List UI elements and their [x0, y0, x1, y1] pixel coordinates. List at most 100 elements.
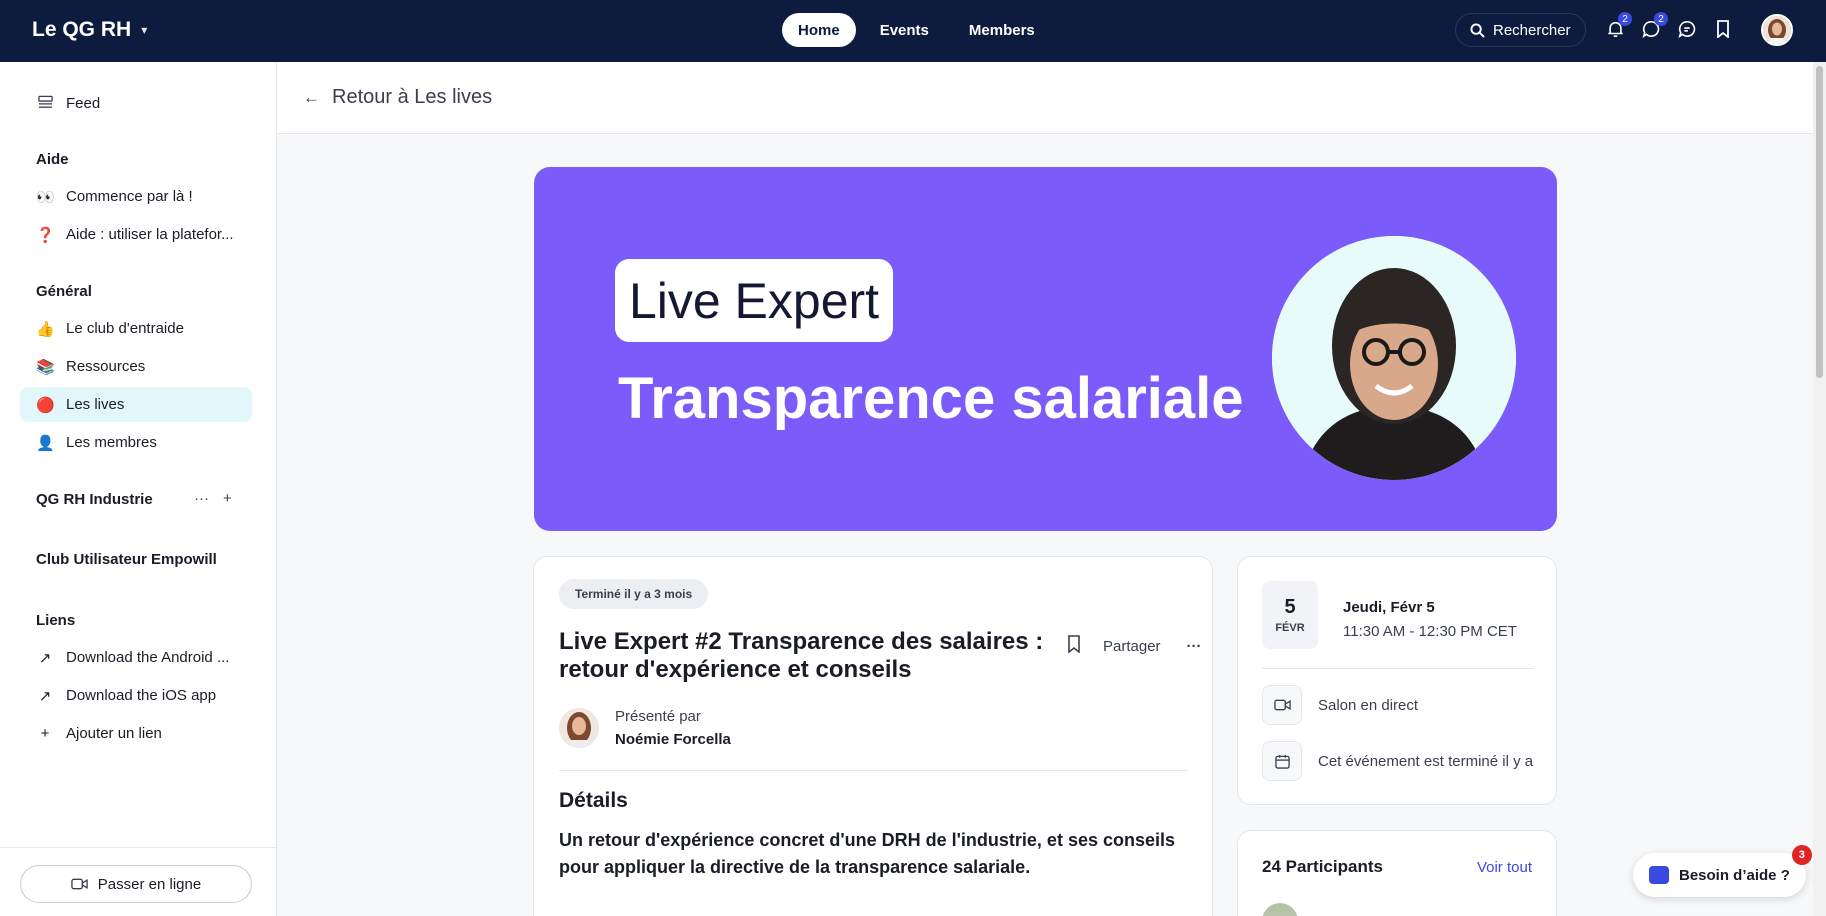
- presenter-name[interactable]: Noémie Forcella: [615, 731, 731, 748]
- chat-bubbles-icon: [1678, 20, 1696, 38]
- messages-button[interactable]: 2: [1641, 12, 1668, 40]
- divider: [559, 770, 1188, 771]
- search-label: Rechercher: [1493, 21, 1571, 39]
- event-cover-image: Live Expert Transparence salariale: [534, 167, 1557, 531]
- page-scrollbar[interactable]: [1813, 62, 1826, 916]
- bookmark-icon: [1717, 20, 1729, 38]
- main-nav: Home Events Members: [782, 13, 1051, 47]
- share-button[interactable]: Partager: [1103, 638, 1161, 655]
- page-header: ← Retour à Les lives: [277, 62, 1813, 134]
- participants-card: 24 Participants Voir tout: [1237, 830, 1557, 916]
- sidebar-item-les-membres[interactable]: 👤 Les membres: [20, 425, 252, 460]
- speaker-photo: [1272, 236, 1516, 480]
- details-text: Un retour d'expérience concret d'une DRH…: [559, 830, 1176, 877]
- sidebar-section-liens[interactable]: Liens: [36, 612, 75, 629]
- ended-label: Cet événement est terminé il y a: [1318, 752, 1534, 770]
- sidebar-add-link[interactable]: + Ajouter un lien: [20, 716, 252, 751]
- back-link[interactable]: ← Retour à Les lives: [303, 86, 492, 109]
- video-camera-icon: [1262, 685, 1302, 725]
- sidebar-item-commence[interactable]: 👀 Commence par là !: [20, 179, 252, 214]
- back-label: Retour à Les lives: [332, 86, 493, 108]
- chat-icon: [1649, 866, 1669, 884]
- divider: [1262, 668, 1534, 669]
- calendar-date-badge: 5 FÉVR: [1262, 581, 1318, 649]
- sidebar-item-feed[interactable]: Feed: [20, 86, 252, 121]
- sidebar-item-label: Ressources: [66, 358, 146, 375]
- calendar-icon: [1262, 741, 1302, 781]
- nav-home[interactable]: Home: [782, 13, 856, 47]
- hero-title: Transparence salariale: [618, 366, 1244, 431]
- go-online-button[interactable]: Passer en ligne: [20, 865, 252, 903]
- sidebar-divider: [0, 847, 277, 848]
- bookmarks-button[interactable]: [1713, 18, 1733, 40]
- details-heading: Détails: [559, 789, 628, 812]
- sidebar-item-label: Le club d'entraide: [66, 320, 184, 337]
- notifications-button[interactable]: 2: [1605, 12, 1632, 40]
- feed-icon: [36, 95, 54, 113]
- person-icon: 👤: [36, 434, 55, 452]
- date-month: FÉVR: [1275, 622, 1305, 634]
- sidebar-item-aide-plateforme[interactable]: ❓ Aide : utiliser la platefor...: [20, 217, 252, 252]
- presented-by-label: Présenté par: [615, 708, 701, 725]
- left-sidebar: Feed Aide 👀 Commence par là ! ❓ Aide : u…: [0, 62, 277, 916]
- location-row: Salon en direct: [1262, 685, 1418, 725]
- event-actions: Partager ···: [1067, 635, 1202, 657]
- sidebar-link-android[interactable]: ↗ Download the Android ...: [20, 640, 252, 675]
- participant-avatar[interactable]: [1262, 903, 1298, 916]
- more-options-icon[interactable]: ···: [1187, 638, 1202, 655]
- sidebar-item-club-entraide[interactable]: 👍 Le club d'entraide: [20, 311, 252, 346]
- books-icon: 📚: [36, 358, 55, 376]
- nav-events[interactable]: Events: [864, 13, 945, 47]
- plus-icon: +: [40, 725, 50, 742]
- help-badge: 3: [1791, 845, 1812, 865]
- sidebar-item-les-lives[interactable]: 🔴 Les lives: [20, 387, 252, 422]
- messages-badge: 2: [1654, 12, 1668, 26]
- sidebar-item-label: Aide : utiliser la platefor...: [66, 226, 234, 243]
- sidebar-item-label: Commence par là !: [66, 188, 193, 205]
- sidebar-item-label: Ajouter un lien: [66, 725, 162, 742]
- external-link-icon: ↗: [38, 687, 52, 705]
- date-day: 5: [1284, 596, 1296, 618]
- search-icon: [1470, 22, 1485, 38]
- sidebar-item-label: Download the iOS app: [66, 687, 217, 704]
- red-circle-icon: 🔴: [36, 396, 55, 414]
- bookmark-button[interactable]: [1067, 635, 1081, 657]
- sidebar-section-industrie[interactable]: QG RH Industrie: [36, 491, 153, 508]
- more-options-icon[interactable]: ···: [194, 490, 209, 507]
- date-info: Jeudi, Févr 5 11:30 AM - 12:30 PM CET: [1343, 596, 1517, 644]
- top-navigation-bar: Le QG RH ▾ Home Events Members Recherche…: [0, 0, 1826, 62]
- sidebar-section-general[interactable]: Général: [36, 283, 92, 300]
- ended-row: Cet événement est terminé il y a: [1262, 741, 1533, 781]
- brand-name: Le QG RH: [32, 18, 132, 41]
- presenter-avatar[interactable]: [559, 708, 599, 748]
- nav-members[interactable]: Members: [953, 13, 1051, 47]
- time-label: 11:30 AM - 12:30 PM CET: [1343, 623, 1517, 640]
- sidebar-item-ressources[interactable]: 📚 Ressources: [20, 349, 252, 384]
- scrollbar-thumb[interactable]: [1816, 66, 1823, 378]
- help-button[interactable]: Besoin d’aide ? 3: [1633, 845, 1812, 897]
- chat-threads-button[interactable]: [1677, 18, 1697, 40]
- arrow-left-icon: ←: [303, 87, 320, 107]
- participants-title: 24 Participants: [1262, 857, 1383, 876]
- question-mark-icon: ❓: [36, 226, 55, 244]
- section-tools: ··· +: [194, 490, 232, 507]
- search-button[interactable]: Rechercher: [1455, 13, 1586, 47]
- see-all-link[interactable]: Voir tout: [1477, 859, 1532, 876]
- status-badge: Terminé il y a 3 mois: [559, 579, 709, 609]
- presenter-row: Présenté par Noémie Forcella: [559, 705, 731, 751]
- date-label: Jeudi, Févr 5: [1343, 599, 1435, 616]
- location-label: Salon en direct: [1318, 696, 1419, 714]
- thumbs-up-icon: 👍: [36, 320, 55, 338]
- sidebar-section-club[interactable]: Club Utilisateur Empowill: [36, 551, 217, 568]
- chevron-down-icon: ▾: [141, 23, 148, 37]
- add-icon[interactable]: +: [223, 490, 232, 507]
- community-switcher[interactable]: Le QG RH ▾: [32, 18, 147, 42]
- sidebar-link-ios[interactable]: ↗ Download the iOS app: [20, 678, 252, 713]
- video-camera-icon: [71, 878, 88, 890]
- user-avatar[interactable]: [1761, 14, 1793, 46]
- hero-pill: Live Expert: [615, 259, 893, 342]
- bookmark-icon: [1068, 635, 1080, 654]
- notifications-badge: 2: [1618, 12, 1632, 26]
- sidebar-item-label: Download the Android ...: [66, 649, 230, 666]
- sidebar-section-aide[interactable]: Aide: [36, 151, 69, 168]
